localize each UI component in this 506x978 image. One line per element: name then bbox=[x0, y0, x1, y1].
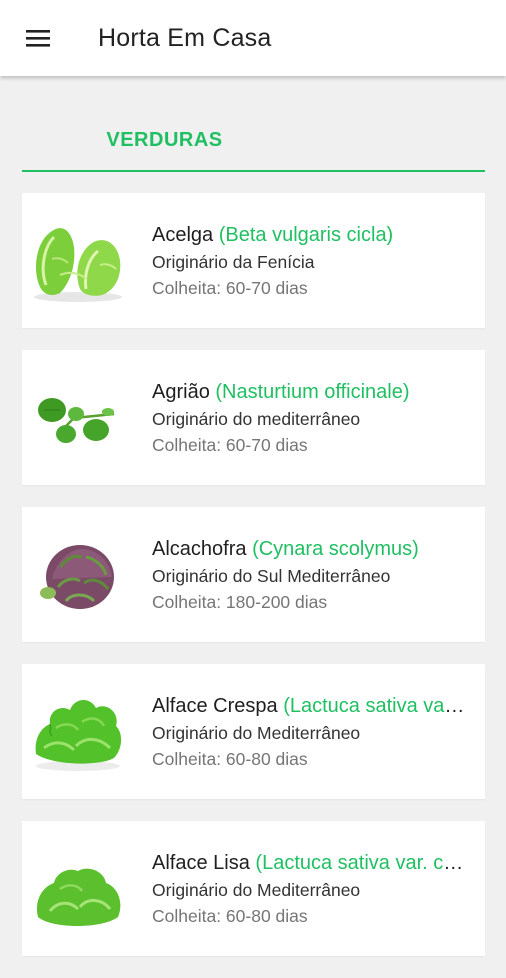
item-scientific-name: (Nasturtium officinale) bbox=[215, 381, 410, 403]
item-harvest: Colheita: 60-80 dias bbox=[152, 906, 308, 926]
vegetable-list: Acelga (Beta vulgaris cicla) Originário … bbox=[22, 193, 485, 978]
tab-indicator bbox=[22, 170, 485, 172]
item-scientific-name: (Beta vulgaris cicla) bbox=[218, 224, 394, 246]
item-name: Acelga bbox=[152, 224, 214, 246]
smooth-lettuce-icon bbox=[30, 841, 126, 937]
item-title: Agrião (Nasturtium officinale) bbox=[152, 378, 467, 406]
item-name: Alcachofra bbox=[152, 538, 247, 560]
menu-button[interactable] bbox=[16, 18, 60, 58]
item-details: Agrião (Nasturtium officinale) Originári… bbox=[152, 378, 467, 458]
item-scientific-name: (Lactuca sativa var. crispa) bbox=[283, 695, 467, 717]
item-harvest: Colheita: 60-70 dias bbox=[152, 435, 308, 455]
item-scientific-name: (Lactuca sativa var. capitata) bbox=[255, 852, 467, 874]
app-bar: Horta Em Casa bbox=[0, 0, 506, 76]
list-item-agriao[interactable]: Agrião (Nasturtium officinale) Originári… bbox=[22, 350, 485, 485]
item-harvest: Colheita: 180-200 dias bbox=[152, 592, 328, 612]
app-title: Horta Em Casa bbox=[98, 24, 272, 52]
item-harvest: Colheita: 60-70 dias bbox=[152, 278, 308, 298]
item-details: Acelga (Beta vulgaris cicla) Originário … bbox=[152, 221, 467, 301]
item-origin: Originário do Mediterrâneo bbox=[152, 723, 361, 743]
item-origin: Originário da Fenícia bbox=[152, 252, 315, 272]
hamburger-menu-icon bbox=[25, 28, 51, 48]
item-origin: Originário do mediterrâneo bbox=[152, 409, 361, 429]
watercress-icon bbox=[30, 370, 126, 466]
item-details: Alface Lisa (Lactuca sativa var. capitat… bbox=[152, 849, 467, 929]
artichoke-icon bbox=[30, 527, 126, 623]
list-item-alface-lisa[interactable]: Alface Lisa (Lactuca sativa var. capitat… bbox=[22, 821, 485, 956]
item-details: Alcachofra (Cynara scolymus) Originário … bbox=[152, 535, 467, 615]
item-name: Alface Crespa bbox=[152, 695, 278, 717]
item-details: Alface Crespa (Lactuca sativa var. crisp… bbox=[152, 692, 467, 772]
item-name: Alface Lisa bbox=[152, 852, 250, 874]
item-origin: Originário do Mediterrâneo bbox=[152, 880, 361, 900]
tab-verduras[interactable]: VERDURAS bbox=[22, 110, 307, 170]
item-scientific-name: (Cynara scolymus) bbox=[252, 538, 419, 560]
list-item-alface-crespa[interactable]: Alface Crespa (Lactuca sativa var. crisp… bbox=[22, 664, 485, 799]
item-title: Alface Crespa (Lactuca sativa var. crisp… bbox=[152, 692, 467, 720]
item-origin: Originário do Sul Mediterrâneo bbox=[152, 566, 391, 586]
tab-bar: VERDURAS bbox=[22, 110, 485, 172]
list-item-acelga[interactable]: Acelga (Beta vulgaris cicla) Originário … bbox=[22, 193, 485, 328]
chard-icon bbox=[30, 213, 126, 309]
item-title: Alface Lisa (Lactuca sativa var. capitat… bbox=[152, 849, 467, 877]
item-name: Agrião bbox=[152, 381, 210, 403]
item-harvest: Colheita: 60-80 dias bbox=[152, 749, 308, 769]
curly-lettuce-icon bbox=[30, 684, 126, 780]
list-item-alcachofra[interactable]: Alcachofra (Cynara scolymus) Originário … bbox=[22, 507, 485, 642]
item-title: Alcachofra (Cynara scolymus) bbox=[152, 535, 467, 563]
item-title: Acelga (Beta vulgaris cicla) bbox=[152, 221, 467, 249]
